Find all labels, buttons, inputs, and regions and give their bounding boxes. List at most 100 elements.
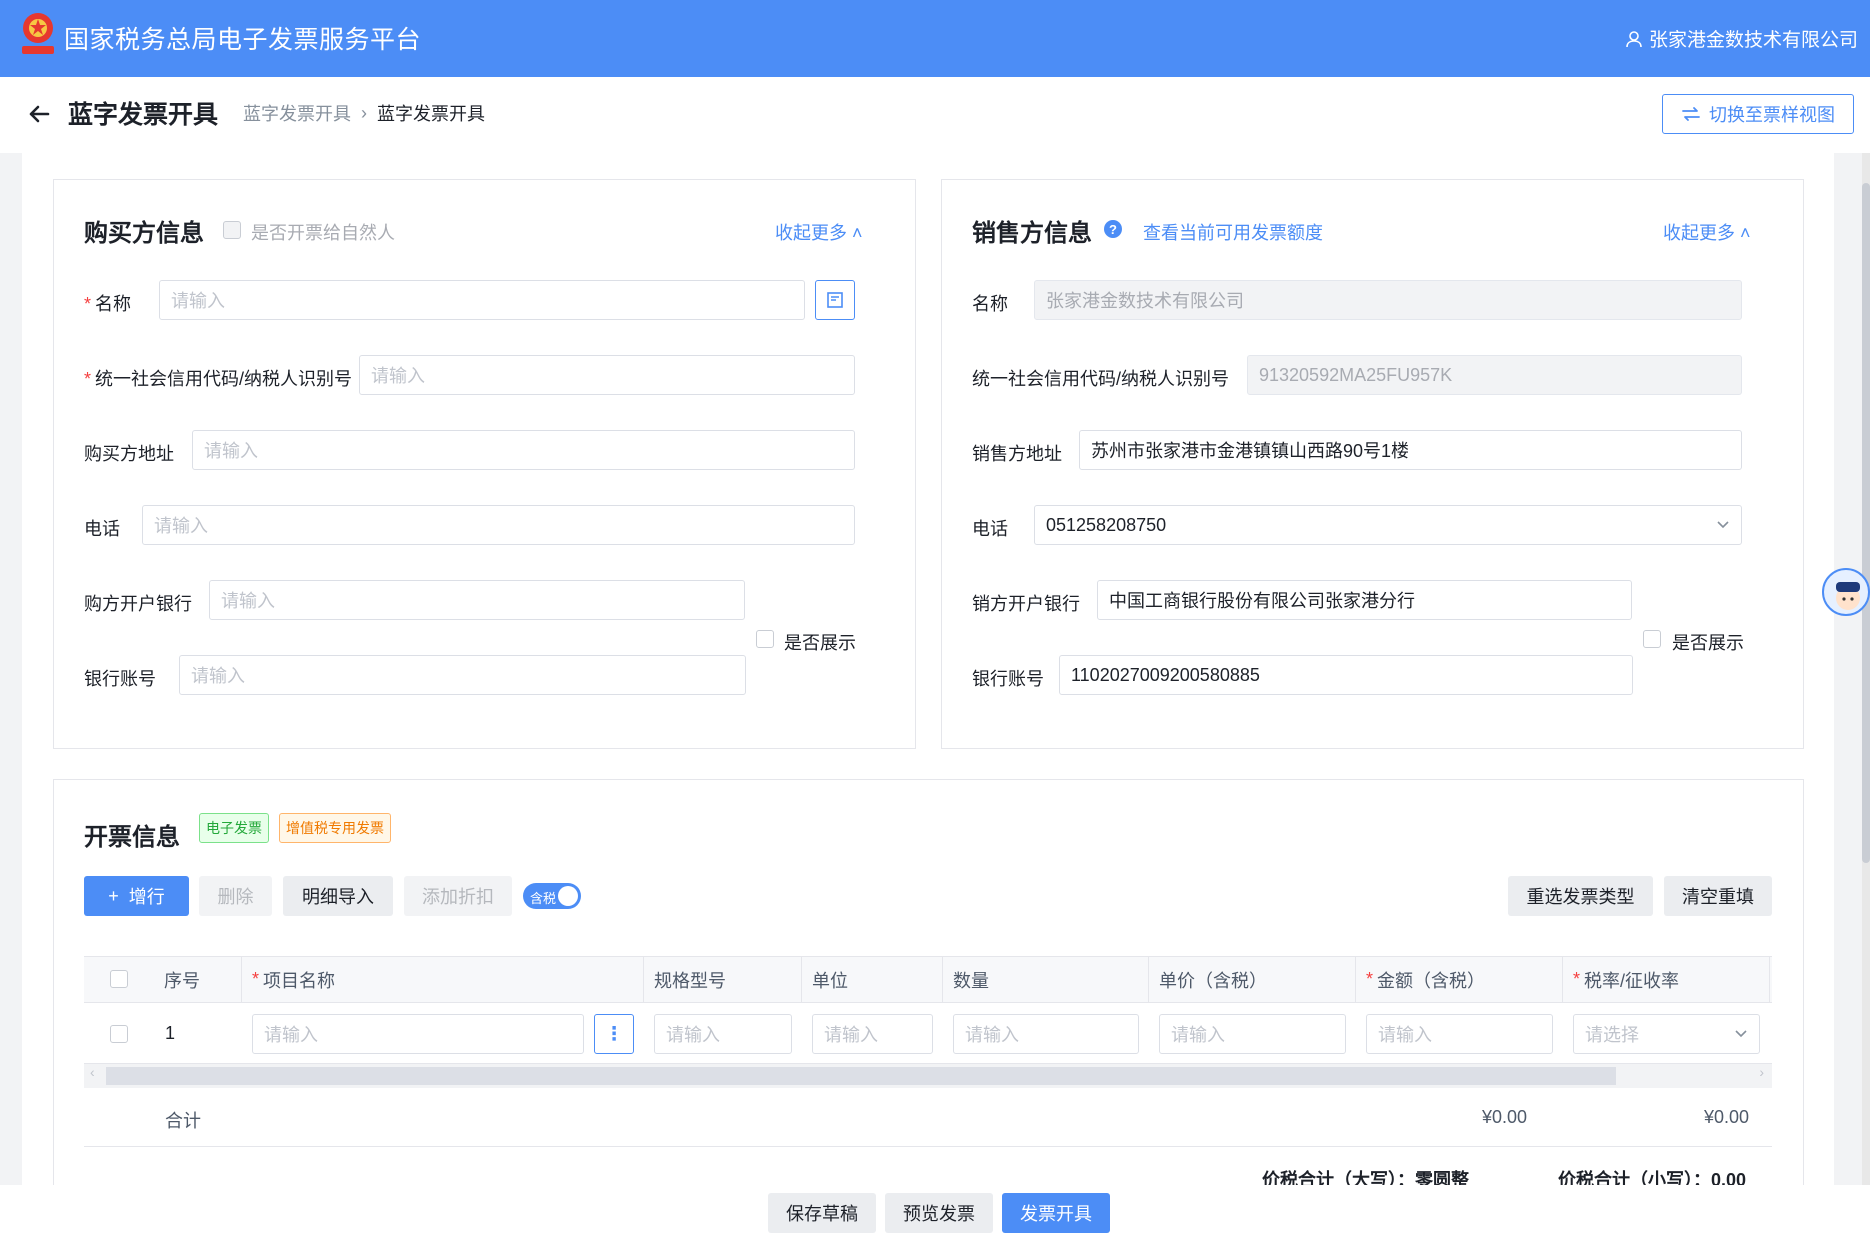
col-spec: 规格型号: [644, 956, 802, 1003]
seller-collapse-link[interactable]: 收起更多 ˄: [1663, 219, 1751, 245]
chevron-up-icon: ˄: [1735, 223, 1751, 243]
natural-person-label: 是否开票给自然人: [251, 223, 395, 243]
buyer-taxid-input[interactable]: 请输入: [359, 355, 855, 395]
breadcrumb-item[interactable]: 蓝字发票开具: [243, 100, 351, 126]
seller-name-input: 张家港金数技术有限公司: [1034, 280, 1742, 320]
spec-input[interactable]: 请输入: [654, 1014, 792, 1054]
seller-taxid-input: 91320592MA25FU957K: [1247, 355, 1742, 395]
plus-icon: +: [108, 885, 119, 906]
buyer-phone-input[interactable]: 请输入: [142, 505, 855, 545]
seller-address-input[interactable]: 苏州市张家港市金港镇镇山西路90号1楼: [1079, 430, 1742, 470]
more-vertical-icon: ⋮: [604, 1023, 624, 1045]
tax-rate-placeholder: 请选择: [1585, 1025, 1639, 1045]
invoice-title: 开票信息: [84, 824, 180, 851]
item-more-button[interactable]: ⋮: [594, 1014, 634, 1054]
buyer-address-label: 购买方地址: [84, 444, 174, 464]
buyer-name-label: * 名称: [84, 294, 132, 314]
seller-phone-select[interactable]: 051258208750: [1034, 505, 1742, 545]
reselect-type-button[interactable]: 重选发票类型: [1508, 876, 1653, 916]
swap-icon: [1682, 107, 1700, 121]
chevron-right-icon: ›: [361, 102, 367, 123]
natural-person-checkbox[interactable]: [223, 221, 241, 239]
assistant-float[interactable]: [1822, 568, 1870, 616]
seller-phone-value: 051258208750: [1046, 514, 1167, 535]
buyer-address-input[interactable]: 请输入: [192, 430, 855, 470]
back-arrow-icon[interactable]: [26, 101, 52, 127]
chevron-down-icon: [1735, 1030, 1747, 1038]
buyer-name-input[interactable]: 请输入: [159, 280, 805, 320]
scroll-left-icon[interactable]: ‹: [90, 1064, 95, 1080]
col-index: 序号: [154, 956, 242, 1003]
app-title: 国家税务总局电子发票服务平台: [64, 26, 422, 54]
horizontal-scrollbar[interactable]: ‹ ›: [84, 1064, 1772, 1088]
seller-address-label: 销售方地址: [972, 444, 1062, 464]
row-checkbox[interactable]: [110, 1025, 128, 1043]
buyer-bank-input[interactable]: 请输入: [209, 580, 745, 620]
unit-price-input[interactable]: 请输入: [1159, 1014, 1346, 1054]
seller-title: 销售方信息: [972, 220, 1092, 247]
buyer-lookup-button[interactable]: [815, 280, 855, 320]
tax-rate-select[interactable]: 请选择: [1573, 1014, 1760, 1054]
switch-view-label: 切换至票样视图: [1709, 105, 1835, 125]
total-tax: ¥0.00: [1704, 1107, 1750, 1127]
buyer-show-checkbox[interactable]: [756, 630, 774, 648]
import-button[interactable]: 明细导入: [283, 876, 393, 916]
vertical-scrollbar[interactable]: [1862, 153, 1870, 1185]
seller-show-label: 是否展示: [1672, 633, 1744, 653]
add-row-button[interactable]: + 增行: [84, 876, 189, 916]
delete-button[interactable]: 删除: [199, 876, 272, 916]
seller-bank-input[interactable]: 中国工商银行股份有限公司张家港分行: [1097, 580, 1632, 620]
page-title: 蓝字发票开具: [68, 101, 219, 129]
preview-button[interactable]: 预览发票: [885, 1193, 993, 1233]
col-amount: * 金额（含税）: [1356, 956, 1563, 1003]
buyer-phone-label: 电话: [84, 519, 120, 539]
save-draft-button[interactable]: 保存草稿: [768, 1193, 876, 1233]
user-menu[interactable]: 张家港金数技术有限公司: [1625, 25, 1858, 52]
total-amount: ¥0.00: [1482, 1107, 1528, 1127]
scroll-right-icon[interactable]: ›: [1759, 1064, 1764, 1080]
seller-name-label: 名称: [972, 294, 1008, 314]
buyer-taxid-label: * 统一社会信用代码/纳税人识别号: [84, 369, 353, 389]
tag-electronic: 电子发票: [199, 813, 269, 843]
col-item-name: * 项目名称: [242, 956, 644, 1003]
breadcrumb: 蓝字发票开具 › 蓝字发票开具: [243, 100, 485, 126]
totals-divider: [84, 1146, 1772, 1147]
chevron-down-icon: [1717, 521, 1729, 529]
buyer-collapse-link[interactable]: 收起更多 ˄: [775, 219, 863, 245]
hscroll-thumb[interactable]: [106, 1067, 1616, 1085]
scrollbar-thumb[interactable]: [1862, 183, 1870, 863]
buyer-title: 购买方信息: [84, 220, 204, 247]
seller-taxid-label: 统一社会信用代码/纳税人识别号: [972, 369, 1229, 389]
item-name-input[interactable]: 请输入: [252, 1014, 584, 1054]
discount-button[interactable]: 添加折扣: [404, 876, 512, 916]
address-book-icon: [827, 292, 843, 308]
buyer-account-input[interactable]: 请输入: [179, 655, 746, 695]
user-name: 张家港金数技术有限公司: [1648, 30, 1858, 51]
col-tax-rate: * 税率/征收率: [1563, 956, 1770, 1003]
breadcrumb-current: 蓝字发票开具: [377, 104, 485, 124]
row-index: 1: [165, 1023, 176, 1043]
quota-link[interactable]: 查看当前可用发票额度: [1143, 219, 1323, 245]
help-icon[interactable]: ?: [1104, 220, 1122, 238]
seller-show-checkbox[interactable]: [1643, 630, 1661, 648]
issue-invoice-button[interactable]: 发票开具: [1002, 1193, 1110, 1233]
col-unit: 单位: [802, 956, 943, 1003]
col-unit-price: 单价（含税）: [1149, 956, 1356, 1003]
buyer-show-label: 是否展示: [784, 633, 856, 653]
seller-phone-label: 电话: [972, 519, 1008, 539]
clear-button[interactable]: 清空重填: [1664, 876, 1772, 916]
toggle-knob: [558, 886, 578, 906]
switch-view-button[interactable]: 切换至票样视图: [1662, 94, 1854, 134]
buyer-account-label: 银行账号: [84, 669, 156, 689]
amount-input[interactable]: 请输入: [1366, 1014, 1553, 1054]
chevron-up-icon: ˄: [847, 223, 863, 243]
tag-vat-special: 增值税专用发票: [279, 813, 391, 843]
quantity-input[interactable]: 请输入: [953, 1014, 1139, 1054]
select-all-checkbox[interactable]: [110, 970, 128, 988]
buyer-bank-label: 购方开户银行: [84, 594, 192, 614]
unit-input[interactable]: 请输入: [812, 1014, 933, 1054]
seller-account-input[interactable]: 1102027009200580885: [1059, 655, 1633, 695]
tax-included-toggle[interactable]: 含税: [523, 883, 581, 909]
tax-emblem-icon: [22, 13, 54, 54]
seller-account-label: 银行账号: [972, 669, 1044, 689]
